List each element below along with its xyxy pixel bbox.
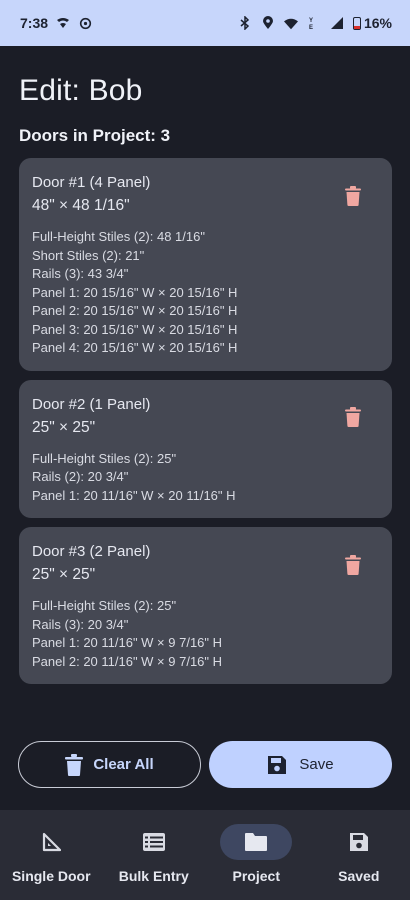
- cut-list-line: Rails (3): 20 3/4": [32, 616, 129, 632]
- nav-item-single-door[interactable]: Single Door: [1, 824, 101, 884]
- door-card: Door #3 (2 Panel) 25" × 25" Full-Height St…: [19, 527, 392, 684]
- door-dimensions: 25" × 25": [32, 418, 96, 436]
- floppy-disk-icon: [268, 755, 287, 774]
- trash-icon: [345, 554, 361, 580]
- folder-icon: [220, 824, 293, 860]
- cut-list-line: Full-Height Stiles (2): 25": [32, 450, 177, 466]
- door-cut-list: Full-Height Stiles (2): 25" Rails (3): 20…: [32, 597, 379, 671]
- nav-label: Saved: [338, 868, 380, 884]
- cut-list-line: Panel 2: 20 15/16" W × 20 15/16" H: [32, 303, 238, 318]
- cut-list-line: Panel 2: 20 11/16" W × 9 7/16" H: [32, 653, 223, 669]
- clear-all-button[interactable]: Clear All: [18, 741, 201, 788]
- nav-item-bulk-entry[interactable]: Bulk Entry: [104, 824, 204, 884]
- door-list: Door #1 (4 Panel) 48" × 48 1/16" Full-Heig…: [19, 158, 392, 684]
- door-name: Door #3 (2 Panel): [32, 543, 151, 560]
- battery-percent: 16%: [363, 15, 392, 31]
- door-cut-list: Full-Height Stiles (2): 25" Rails (2): 20…: [32, 450, 379, 506]
- doors-count: Doors in Project: 3: [19, 126, 171, 145]
- door-name: Door #1 (4 Panel): [32, 174, 151, 191]
- svg-text:E: E: [309, 25, 313, 30]
- cut-list-line: Full-Height Stiles (2): 25": [32, 598, 177, 613]
- nav-label: Single Door: [11, 868, 91, 884]
- cut-list-line: Panel 3: 20 15/16" W × 20 15/16" H: [32, 321, 238, 337]
- bottom-navigation: Single Door Bulk Entry Project Saved: [0, 810, 410, 900]
- floppy-disk-icon: [323, 824, 395, 860]
- trash-icon: [345, 185, 361, 211]
- status-left: 7:38: [20, 15, 92, 31]
- delete-door-button[interactable]: [342, 554, 364, 580]
- location-icon: [261, 16, 275, 30]
- door-card: Door #1 (4 Panel) 48" × 48 1/16" Full-Heig…: [19, 158, 392, 371]
- cut-list-line: Short Stiles (2): 21": [32, 247, 145, 263]
- door-dimensions: 48" × 48 1/16": [32, 197, 130, 214]
- battery-icon: 16%: [352, 15, 392, 31]
- trash-icon: [345, 407, 361, 432]
- bluetooth-icon: [238, 16, 252, 30]
- door-card: Door #2 (1 Panel) 25" × 25" Full-Height St…: [19, 379, 392, 518]
- status-time: 7:38: [20, 15, 49, 31]
- wifi-icon: [283, 16, 298, 30]
- trash-icon: [65, 753, 84, 776]
- ruler-triangle-icon: [15, 824, 87, 860]
- nav-item-project[interactable]: Project: [206, 824, 306, 884]
- page-title: Edit: Bob: [19, 74, 143, 107]
- cut-list-line: Panel 4: 20 15/16" W × 20 15/16" H: [32, 340, 238, 355]
- signal-icon: [330, 16, 344, 30]
- nav-label: Bulk Entry: [118, 868, 189, 884]
- status-right: YE 16%: [238, 15, 392, 31]
- door-name: Door #2 (1 Panel): [32, 395, 151, 413]
- cut-list-line: Panel 1: 20 11/16" W × 20 11/16" H: [32, 487, 236, 503]
- sync-icon: [78, 16, 92, 30]
- cut-list-line: Rails (3): 43 3/4": [32, 266, 129, 281]
- status-bar: 7:38 YE 16%: [0, 0, 410, 46]
- svg-text:Y: Y: [309, 18, 313, 24]
- door-dimensions: 25" × 25": [32, 566, 96, 583]
- cut-list-line: Rails (2): 20 3/4": [32, 469, 129, 484]
- cut-list-line: Full-Height Stiles (2): 48 1/16": [32, 229, 205, 244]
- list-icon: [118, 824, 190, 860]
- delete-door-button[interactable]: [342, 407, 364, 432]
- nav-item-saved[interactable]: Saved: [309, 824, 409, 884]
- save-label: Save: [299, 756, 334, 773]
- cut-list-line: Panel 1: 20 11/16" W × 9 7/16" H: [32, 635, 223, 650]
- cut-list-line: Panel 1: 20 15/16" W × 20 15/16" H: [32, 284, 238, 300]
- wifi-calling-icon: [56, 16, 70, 30]
- clear-all-label: Clear All: [93, 756, 154, 773]
- nav-label: Project: [232, 868, 280, 884]
- save-button[interactable]: Save: [209, 741, 392, 788]
- delete-door-button[interactable]: [342, 185, 364, 211]
- action-bar: Clear All Save: [18, 741, 392, 788]
- door-cut-list: Full-Height Stiles (2): 48 1/16" Short St…: [32, 228, 379, 358]
- lte-icon: YE: [307, 16, 321, 30]
